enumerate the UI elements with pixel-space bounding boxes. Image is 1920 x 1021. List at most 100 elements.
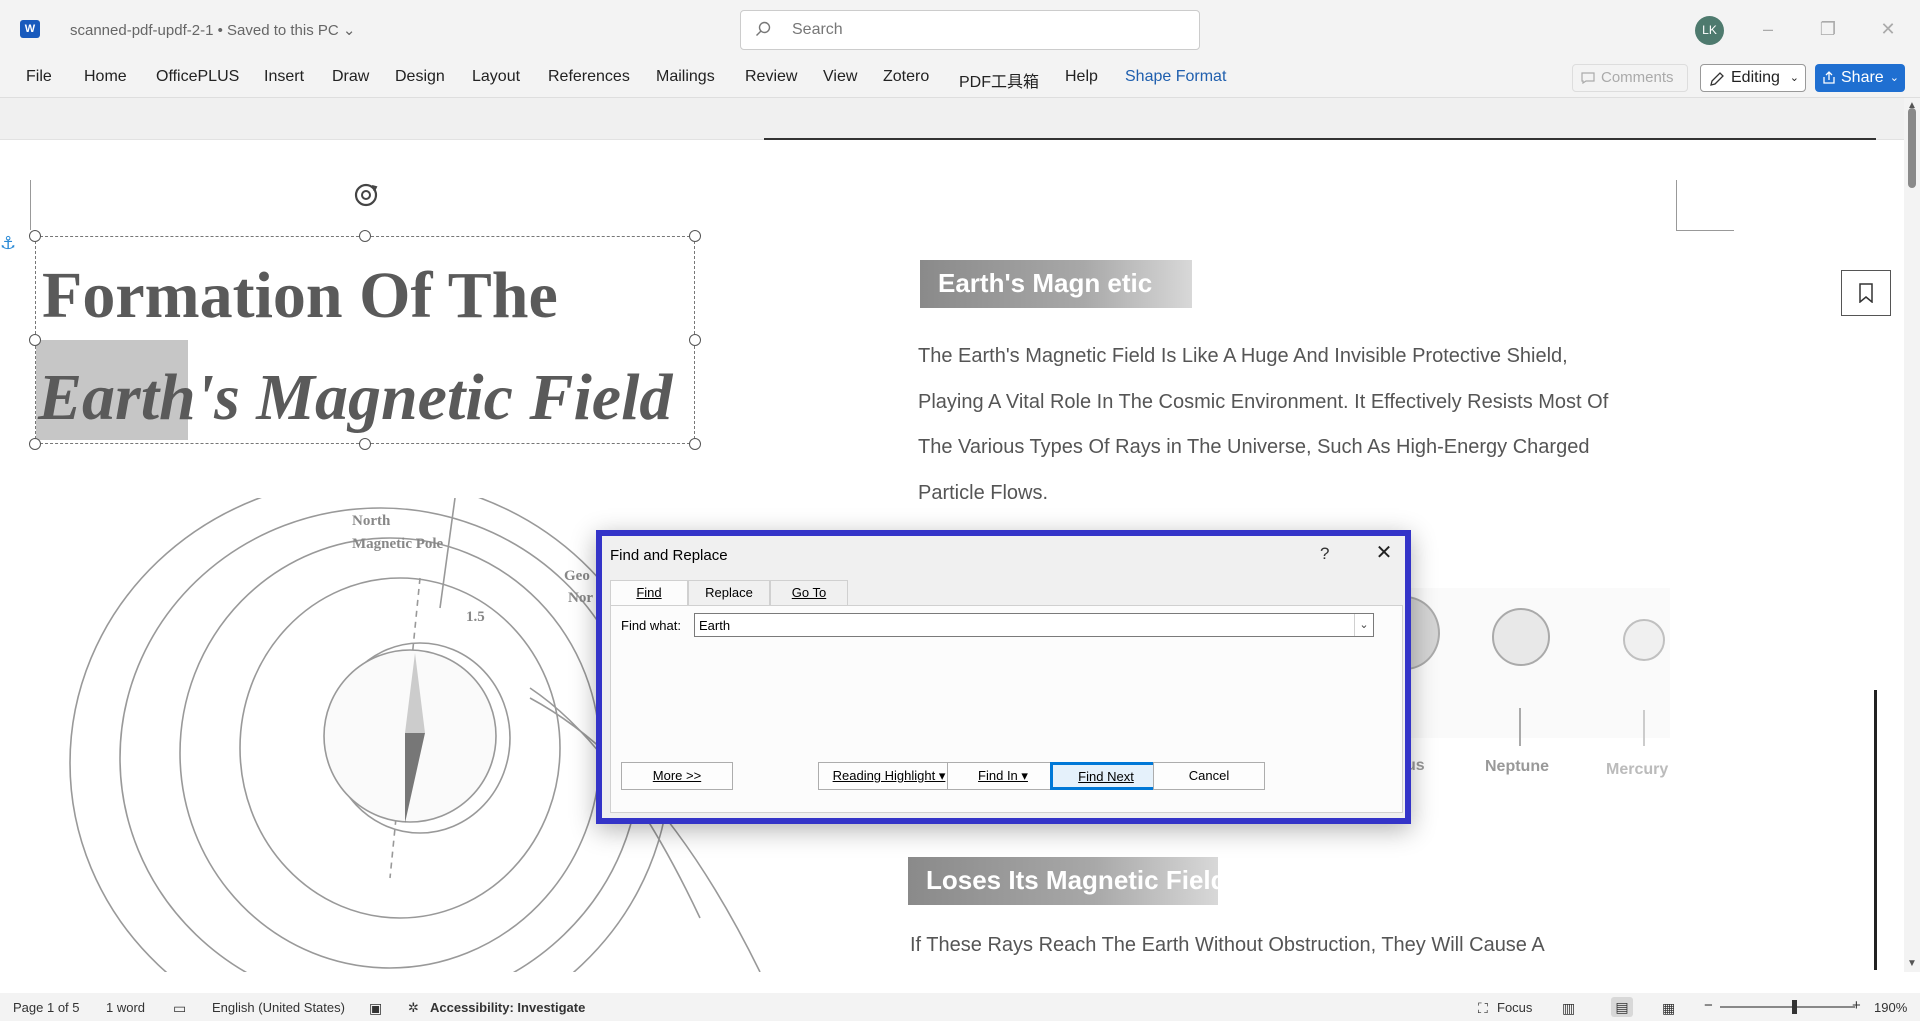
section-heading-loses: Loses Its Magnetic Field bbox=[908, 857, 1227, 905]
web-layout-icon[interactable]: ▦ bbox=[1662, 1000, 1675, 1017]
dialog-body: Find what: Earth ⌄ More >> Reading Highl… bbox=[610, 605, 1403, 813]
read-mode-icon[interactable]: ▥ bbox=[1562, 1000, 1575, 1017]
chevron-down-icon: ⌄ bbox=[1789, 72, 1799, 84]
share-button[interactable]: Share ⌄ bbox=[1815, 64, 1905, 92]
tab-view[interactable]: View bbox=[823, 68, 857, 86]
page-count[interactable]: Page 1 of 5 bbox=[13, 1000, 80, 1015]
planet-label: Neptune bbox=[1485, 758, 1549, 775]
paragraph-intro: The Earth's Magnetic Field Is Like A Hug… bbox=[918, 334, 1678, 516]
figure-label: North bbox=[352, 513, 391, 529]
tab-help[interactable]: Help bbox=[1065, 68, 1098, 86]
vertical-scrollbar[interactable]: ▲ ▼ bbox=[1904, 98, 1920, 972]
resize-handle-bc[interactable] bbox=[359, 438, 371, 450]
planet-pointer bbox=[1519, 708, 1521, 746]
find-replace-dialog[interactable]: Find and Replace ? ✕ Find Replace Go To … bbox=[596, 530, 1411, 824]
language-indicator[interactable]: English (United States) bbox=[212, 1000, 345, 1015]
close-icon[interactable]: ✕ bbox=[1372, 542, 1396, 566]
bookmark-panel-toggle[interactable] bbox=[1841, 270, 1891, 316]
reading-highlight-button[interactable]: Reading Highlight ▾ bbox=[818, 762, 960, 790]
comments-label: Comments bbox=[1601, 69, 1674, 86]
tab-review[interactable]: Review bbox=[745, 68, 797, 86]
zoom-slider-knob[interactable] bbox=[1792, 1000, 1797, 1014]
focus-mode-button[interactable]: Focus bbox=[1497, 1000, 1532, 1015]
figure-label: Magnetic Pole bbox=[352, 536, 444, 552]
tab-find[interactable]: Find bbox=[610, 580, 688, 607]
figure-label: Geo bbox=[564, 568, 590, 584]
find-what-label: Find what: bbox=[621, 618, 681, 633]
resize-handle-br[interactable] bbox=[689, 438, 701, 450]
share-chevron-icon: ⌄ bbox=[1889, 72, 1899, 84]
comment-icon bbox=[1581, 72, 1595, 84]
accessibility-icon: ✲ bbox=[408, 1000, 419, 1015]
figure-label: Nor bbox=[568, 590, 593, 606]
anchor-icon[interactable]: ⚓ bbox=[0, 233, 16, 254]
zoom-in-icon[interactable]: + bbox=[1852, 997, 1861, 1014]
tab-insert[interactable]: Insert bbox=[264, 68, 304, 86]
accessibility-status[interactable]: Accessibility: Investigate bbox=[430, 1000, 585, 1015]
comments-button[interactable]: Comments bbox=[1572, 64, 1688, 92]
scroll-down-icon[interactable]: ▼ bbox=[1907, 958, 1917, 969]
tab-draw[interactable]: Draw bbox=[332, 68, 369, 86]
zoom-out-icon[interactable]: − bbox=[1704, 997, 1713, 1014]
zoom-slider[interactable] bbox=[1720, 1006, 1855, 1008]
close-window-icon[interactable]: ✕ bbox=[1876, 17, 1900, 41]
resize-handle-ml[interactable] bbox=[29, 334, 41, 346]
resize-handle-tr[interactable] bbox=[689, 230, 701, 242]
word-app-icon: W bbox=[20, 20, 40, 38]
tab-design[interactable]: Design bbox=[395, 68, 445, 86]
figure-label: 1.5 bbox=[466, 609, 485, 625]
document-title[interactable]: scanned-pdf-updf-2-1 • Saved to this PC … bbox=[70, 21, 355, 39]
tab-references[interactable]: References bbox=[548, 68, 630, 86]
paragraph-line: Particle Flows. bbox=[918, 481, 1049, 504]
restore-icon[interactable]: ❐ bbox=[1816, 17, 1840, 41]
page-gap bbox=[0, 98, 1904, 140]
title-bar: W scanned-pdf-updf-2-1 • Saved to this P… bbox=[0, 0, 1920, 58]
paragraph-rays: If These Rays Reach The Earth Without Ob… bbox=[910, 934, 1545, 956]
resize-handle-mr[interactable] bbox=[689, 334, 701, 346]
predictions-icon[interactable]: ▣ bbox=[369, 1000, 382, 1017]
tab-layout[interactable]: Layout bbox=[472, 68, 520, 86]
share-icon bbox=[1823, 71, 1835, 84]
print-layout-icon[interactable]: ▤ bbox=[1611, 997, 1633, 1017]
tab-zotero[interactable]: Zotero bbox=[883, 68, 929, 86]
section-heading-magnetic: Earth's Magn etic bbox=[920, 260, 1192, 308]
tab-mailings[interactable]: Mailings bbox=[656, 68, 715, 86]
status-bar: Page 1 of 5 1 word ▭ English (United Sta… bbox=[0, 993, 1920, 1021]
tab-pdf-toolbox[interactable]: PDF工具箱 bbox=[959, 68, 1039, 92]
cancel-button[interactable]: Cancel bbox=[1153, 762, 1265, 790]
rotate-handle-icon[interactable] bbox=[348, 180, 384, 210]
paragraph-line: Playing A Vital Role In The Cosmic Envir… bbox=[918, 390, 1609, 413]
resize-handle-tc[interactable] bbox=[359, 230, 371, 242]
find-next-button[interactable]: Find Next bbox=[1050, 762, 1162, 790]
resize-handle-tl[interactable] bbox=[29, 230, 41, 242]
word-count[interactable]: 1 word bbox=[106, 1000, 145, 1015]
tab-goto[interactable]: Go To bbox=[770, 580, 848, 606]
paragraph-line: The Earth's Magnetic Field Is Like A Hug… bbox=[918, 345, 1568, 367]
tab-replace[interactable]: Replace bbox=[688, 580, 770, 606]
more-button[interactable]: More >> bbox=[621, 762, 733, 790]
zoom-level[interactable]: 190% bbox=[1874, 1000, 1907, 1015]
tab-officeplus[interactable]: OfficePLUS bbox=[156, 68, 239, 86]
pencil-icon bbox=[1710, 72, 1724, 86]
search-input[interactable]: Search bbox=[740, 10, 1200, 50]
tab-home[interactable]: Home bbox=[84, 68, 127, 86]
find-in-button[interactable]: Find In ▾ bbox=[947, 762, 1059, 790]
share-label: Share bbox=[1841, 69, 1884, 86]
minimize-icon[interactable]: – bbox=[1756, 17, 1780, 41]
ribbon-tabs: File Home OfficePLUS Insert Draw Design … bbox=[0, 58, 1920, 98]
header-rule bbox=[764, 138, 1876, 140]
find-history-dropdown[interactable]: ⌄ bbox=[1354, 614, 1373, 636]
search-placeholder: Search bbox=[792, 21, 843, 38]
planet-label: Mercury bbox=[1606, 761, 1669, 778]
help-button[interactable]: ? bbox=[1320, 544, 1329, 564]
tab-shape-format[interactable]: Shape Format bbox=[1125, 68, 1226, 86]
editing-mode-button[interactable]: Editing ⌄ bbox=[1700, 64, 1806, 92]
avatar[interactable]: LK bbox=[1695, 16, 1724, 45]
editing-label: Editing bbox=[1731, 69, 1780, 86]
scroll-thumb[interactable] bbox=[1908, 108, 1916, 188]
find-what-input[interactable]: Earth bbox=[694, 613, 1374, 637]
resize-handle-bl[interactable] bbox=[29, 438, 41, 450]
proofing-icon[interactable]: ▭ bbox=[173, 1000, 186, 1017]
bookmark-icon bbox=[1859, 283, 1873, 303]
tab-file[interactable]: File bbox=[26, 68, 52, 86]
